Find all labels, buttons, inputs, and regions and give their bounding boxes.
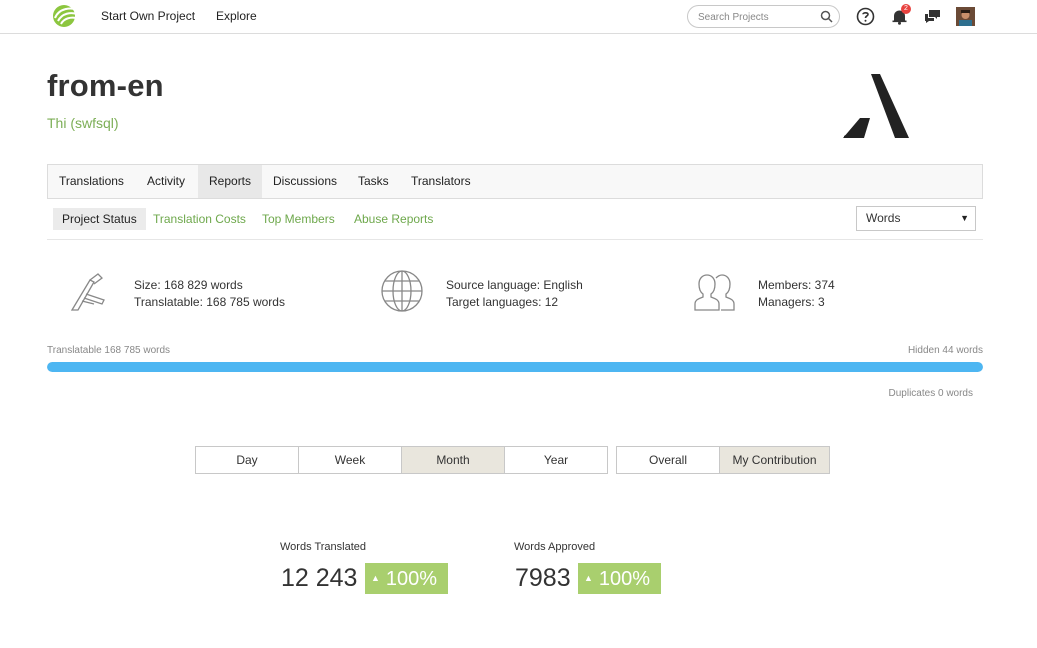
explore-link[interactable]: Explore	[216, 9, 257, 23]
project-owner-link[interactable]: Thi (swfsql)	[47, 115, 119, 131]
unit-select[interactable]: Words ▼	[856, 206, 976, 231]
project-title: from-en	[47, 68, 164, 103]
tab-translations[interactable]: Translations	[48, 165, 135, 198]
stat-size: Size: 168 829 words	[134, 278, 243, 292]
subtab-abuse-reports[interactable]: Abuse Reports	[345, 208, 442, 230]
tab-reports[interactable]: Reports	[198, 165, 263, 198]
words-approved-change: 100%	[598, 568, 651, 590]
period-week-button[interactable]: Week	[298, 446, 402, 474]
project-logo-icon	[843, 74, 909, 138]
search-box[interactable]	[687, 5, 840, 28]
avatar-image-icon	[956, 7, 975, 26]
project-tabs: Translations Activity Reports Discussion…	[47, 164, 983, 199]
duplicates-words-label: Duplicates 0 words	[888, 388, 973, 399]
scope-overall-button[interactable]: Overall	[616, 446, 720, 474]
triangle-up-icon: ▲	[584, 573, 593, 583]
top-navbar: Start Own Project Explore 2	[0, 0, 1037, 34]
caliper-icon	[70, 273, 105, 311]
stat-source-language: Source language: English	[446, 278, 583, 292]
period-year-button[interactable]: Year	[504, 446, 608, 474]
crowdin-logo-icon[interactable]	[49, 4, 79, 28]
hidden-words-label: Hidden 44 words	[907, 345, 983, 356]
stat-managers: Managers: 3	[758, 295, 825, 309]
period-month-button[interactable]: Month	[401, 446, 505, 474]
scope-my-contribution-button[interactable]: My Contribution	[719, 446, 830, 474]
notification-badge: 2	[901, 4, 911, 14]
tab-discussions[interactable]: Discussions	[262, 165, 348, 198]
stat-size-block: Size: 168 829 words Translatable: 168 78…	[134, 277, 285, 311]
stat-translatable: Translatable: 168 785 words	[134, 295, 285, 309]
globe-icon	[381, 270, 423, 312]
translatable-words-label: Translatable 168 785 words	[47, 345, 171, 356]
stat-members-block: Members: 374 Managers: 3	[758, 277, 835, 311]
stat-language-block: Source language: English Target language…	[446, 277, 583, 311]
start-own-project-link[interactable]: Start Own Project	[101, 9, 195, 23]
triangle-up-icon: ▲	[371, 573, 380, 583]
stat-members: Members: 374	[758, 278, 835, 292]
words-approved-change-badge: ▲ 100%	[578, 563, 661, 594]
subtab-translation-costs[interactable]: Translation Costs	[144, 208, 255, 230]
tab-tasks[interactable]: Tasks	[347, 165, 400, 198]
caret-down-icon: ▼	[960, 213, 969, 223]
words-approved-value: 7983	[515, 564, 571, 592]
words-approved-label: Words Approved	[514, 541, 596, 553]
help-icon[interactable]	[856, 7, 875, 26]
report-subtabs: Project Status Translation Costs Top Mem…	[47, 199, 983, 240]
progress-bar-fill	[47, 362, 983, 372]
translation-progress-bar	[47, 362, 983, 372]
messages-icon[interactable]	[923, 7, 942, 26]
search-input[interactable]	[698, 9, 818, 25]
stat-target-languages: Target languages: 12	[446, 295, 559, 309]
search-icon[interactable]	[820, 10, 833, 23]
words-translated-value: 12 243	[281, 564, 358, 592]
subtab-project-status[interactable]: Project Status	[53, 208, 146, 230]
members-icon	[694, 274, 735, 311]
tab-activity[interactable]: Activity	[136, 165, 196, 198]
tab-translators[interactable]: Translators	[400, 165, 482, 198]
user-avatar[interactable]	[956, 7, 975, 26]
words-translated-change: 100%	[385, 568, 438, 590]
period-day-button[interactable]: Day	[195, 446, 299, 474]
words-translated-label: Words Translated	[280, 541, 367, 553]
unit-select-value: Words	[866, 211, 901, 225]
subtab-top-members[interactable]: Top Members	[253, 208, 344, 230]
words-translated-change-badge: ▲ 100%	[365, 563, 448, 594]
